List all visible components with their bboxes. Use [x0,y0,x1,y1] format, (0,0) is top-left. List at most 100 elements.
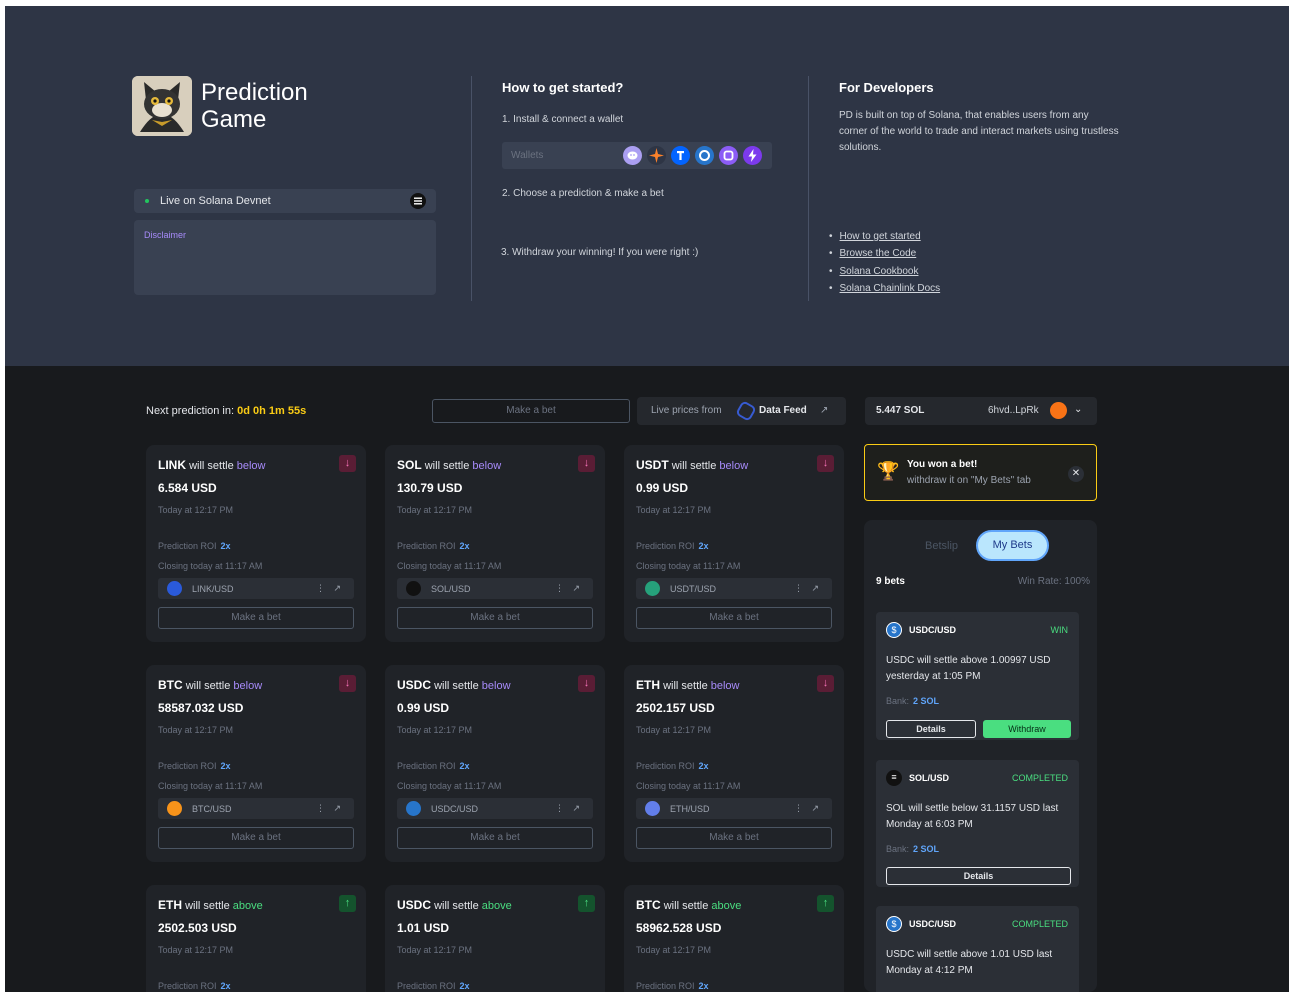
pair-actions-icon[interactable]: ⋮ ↗ [316,583,344,594]
card-pair[interactable]: USDC/USD ⋮ ↗ [397,798,593,819]
make-bet-button[interactable]: Make a bet [158,607,354,629]
brand-title: Prediction Game [201,79,308,133]
prediction-card: BTC will settle below ↓ 58587.032 USD Today… [146,665,366,862]
divider [808,76,809,301]
asset-icon [645,581,660,596]
bet-pair: USDC/USD [909,625,957,635]
card-closing: Closing today at 11:17 AM [636,561,741,571]
roi-label: Prediction ROI [397,981,456,991]
card-direction: below [710,680,740,692]
make-bet-top-button[interactable]: Make a bet [432,399,630,423]
phantom-icon[interactable] [623,146,642,165]
close-icon[interactable]: ✕ [1068,466,1084,482]
card-roi: Prediction ROI 2x [397,761,470,771]
arrow-down-icon[interactable]: ↓ [339,675,356,692]
solflare-icon[interactable] [647,146,666,165]
avatar [1050,402,1067,419]
arrow-down-icon[interactable]: ↓ [817,675,834,692]
developers-title: For Developers [839,80,934,95]
pair-actions-icon[interactable]: ⋮ ↗ [794,583,822,594]
roi-value: 2x [220,761,231,771]
make-bet-button[interactable]: Make a bet [636,827,832,849]
card-price: 2502.157 USD [636,701,715,715]
live-prices-badge[interactable]: Live prices from Data Feed ↗ [637,397,846,425]
toast-title: You won a bet! [907,459,978,470]
card-asset: SOL [397,458,422,472]
card-pair[interactable]: ETH/USD ⋮ ↗ [636,798,832,819]
make-bet-button[interactable]: Make a bet [397,607,593,629]
card-roi: Prediction ROI 2x [397,981,470,991]
card-pair[interactable]: LINK/USD ⋮ ↗ [158,578,354,599]
tab-betslip[interactable]: Betslip [925,540,958,552]
card-roi: Prediction ROI 2x [636,981,709,991]
card-will-settle: will settle [663,680,708,692]
arrow-up-icon[interactable]: ↑ [339,895,356,912]
pair-label: USDT/USD [670,584,717,594]
arrow-up-icon[interactable]: ↑ [817,895,834,912]
card-direction: above [232,900,263,912]
details-button[interactable]: Details [886,867,1071,885]
arrow-up-icon[interactable]: ↑ [578,895,595,912]
roi-label: Prediction ROI [158,761,217,771]
arrow-down-icon[interactable]: ↓ [817,455,834,472]
card-title: ETH will settle below [636,678,740,692]
card-direction: below [236,460,266,472]
network-status[interactable]: Live on Solana Devnet [134,189,436,213]
asset-icon [406,801,421,816]
card-time: Today at 12:17 PM [397,505,473,515]
details-button[interactable]: Details [886,720,976,738]
card-title: SOL will settle below [397,458,501,472]
link-solana-chainlink-docs[interactable]: Solana Chainlink Docs [840,283,941,294]
tab-my-bets[interactable]: My Bets [976,530,1049,561]
arrow-down-icon[interactable]: ↓ [578,455,595,472]
prediction-card: BTC will settle above ↑ 58962.528 USD Today… [624,885,844,992]
bet-status: WIN [1050,625,1069,635]
disclaimer-box: Disclaimer [134,220,436,295]
card-time: Today at 12:17 PM [397,725,473,735]
make-bet-button[interactable]: Make a bet [158,827,354,849]
data-feed-label: Data Feed [759,405,807,416]
card-pair[interactable]: BTC/USD ⋮ ↗ [158,798,354,819]
link-how-to-get-started[interactable]: How to get started [840,231,921,242]
prediction-card: LINK will settle below ↓ 6.584 USD Today at… [146,445,366,642]
asset-icon [406,581,421,596]
wallet-account-dropdown[interactable]: 5.447 SOL 6hvd..LpRk ⌄ [865,397,1097,425]
pair-label: BTC/USD [192,804,232,814]
card-price: 58962.528 USD [636,921,722,935]
make-bet-button[interactable]: Make a bet [636,607,832,629]
dev-link-item: How to get started [839,228,940,245]
pair-actions-icon[interactable]: ⋮ ↗ [316,803,344,814]
developers-text: PD is built on top of Solana, that enabl… [839,110,1119,153]
roi-label: Prediction ROI [636,981,695,991]
get-started-title: How to get started? [502,80,624,95]
asset-icon: ≡ [886,770,902,786]
make-bet-button[interactable]: Make a bet [397,827,593,849]
wallet-address: 6hvd..LpRk [988,405,1039,416]
link-solana-cookbook[interactable]: Solana Cookbook [840,266,919,277]
cat-logo [132,76,192,136]
withdraw-button[interactable]: Withdraw [983,720,1071,738]
card-pair[interactable]: USDT/USD ⋮ ↗ [636,578,832,599]
pair-actions-icon[interactable]: ⋮ ↗ [794,803,822,814]
link-browse-the-code[interactable]: Browse the Code [840,248,917,259]
disclaimer-label[interactable]: Disclaimer [144,230,186,240]
roi-label: Prediction ROI [158,981,217,991]
pair-actions-icon[interactable]: ⋮ ↗ [555,583,583,594]
arrow-down-icon[interactable]: ↓ [339,455,356,472]
glow-icon[interactable] [743,146,762,165]
external-link-icon: ↗ [820,405,829,416]
coin98-icon[interactable] [695,146,714,165]
slope-icon[interactable] [719,146,738,165]
bet-pair: SOL/USD [909,773,950,783]
card-pair[interactable]: SOL/USD ⋮ ↗ [397,578,593,599]
pair-actions-icon[interactable]: ⋮ ↗ [555,803,583,814]
bet-description: USDC will settle above 1.01 USD last Mon… [886,949,1053,976]
chevron-down-icon: ⌄ [1074,404,1083,415]
divider [471,76,472,301]
sol-balance: 5.447 SOL [876,405,925,416]
arrow-down-icon[interactable]: ↓ [578,675,595,692]
torus-icon[interactable] [671,146,690,165]
roi-value: 2x [698,541,709,551]
bets-panel: Betslip My Bets 9 bets Win Rate: 100% $ U… [864,520,1097,992]
roi-value: 2x [459,761,470,771]
